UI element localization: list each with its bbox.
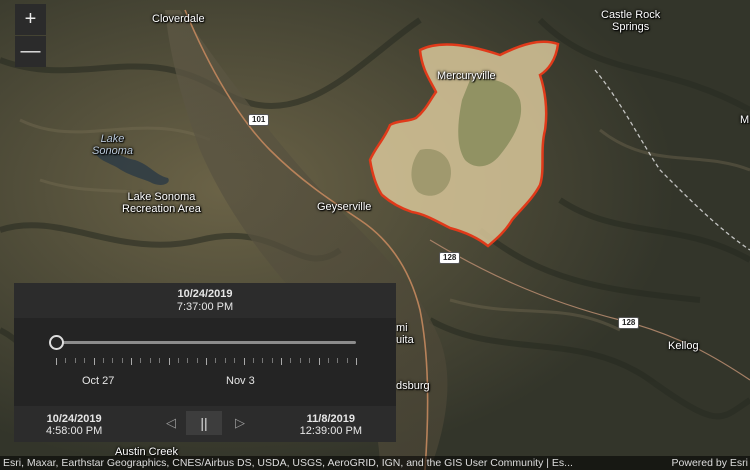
place-geyserville: Geyserville (317, 201, 372, 213)
slider-tick (65, 358, 67, 363)
start-time: 4:58:00 PM (46, 425, 103, 437)
slider-ticks (56, 358, 357, 368)
slider-tick (177, 358, 179, 363)
slider-tick (224, 358, 226, 363)
slider-tick (149, 358, 151, 363)
place-edge-m: M (740, 114, 750, 126)
slider-tick (131, 358, 132, 365)
slider-thumb[interactable] (49, 335, 64, 350)
slider-track-area: Oct 27 Nov 3 (14, 318, 396, 406)
slider-tick (327, 358, 329, 363)
start-date: 10/24/2019 (46, 413, 102, 425)
place-alexander: mi uita (396, 322, 414, 346)
end-extent: 11/8/2019 12:39:00 PM (300, 413, 362, 437)
tick-label-oct-27: Oct 27 (82, 375, 115, 387)
slider-tick (206, 358, 207, 365)
previous-step-icon[interactable]: ◁ (159, 411, 183, 435)
next-step-icon[interactable]: ▷ (228, 411, 252, 435)
place-mercuryville: Mercuryville (437, 70, 496, 82)
current-time: 7:37:00 PM (176, 301, 234, 313)
place-alexander-line1: mi (396, 322, 408, 334)
time-slider-footer: 10/24/2019 4:58:00 PM ◁ || ▷ 11/8/2019 1… (14, 406, 396, 442)
slider-tick (56, 358, 57, 365)
slider-tick (140, 358, 142, 363)
slider-tick (281, 358, 282, 365)
ca-128-shield-east: 128 (618, 317, 640, 329)
slider-tick (168, 358, 170, 365)
tick-label-nov-3: Nov 3 (226, 375, 255, 387)
time-slider-current: 10/24/2019 7:37:00 PM (14, 283, 396, 318)
time-slider-widget: 10/24/2019 7:37:00 PM Oct 27 Nov 3 10/24… (14, 283, 396, 442)
slider-tick (84, 358, 86, 363)
end-time: 12:39:00 PM (299, 425, 362, 437)
attribution-bar: Esri, Maxar, Earthstar Geographics, CNES… (0, 456, 750, 470)
place-lake-sonoma-line1: Lake (100, 133, 125, 145)
slider-tick (309, 358, 311, 363)
slider-tick (356, 358, 357, 365)
ca-128-shield: 128 (439, 252, 461, 264)
place-healdsburg: dsburg (396, 380, 430, 392)
slider-tick (252, 358, 254, 363)
powered-by-esri[interactable]: Powered by Esri (672, 456, 748, 470)
slider-tick (299, 358, 301, 363)
place-lsra-line1: Lake Sonoma (127, 191, 196, 203)
slider-tick (262, 358, 264, 363)
zoom-out-button[interactable]: — (15, 36, 46, 67)
us-101-shield: 101 (248, 114, 270, 126)
current-date: 10/24/2019 (177, 288, 233, 300)
slider-tick (215, 358, 217, 363)
place-castle-rock: Castle Rock Springs (601, 9, 660, 33)
slider-tick (121, 358, 123, 363)
place-alexander-line2: uita (396, 334, 414, 346)
place-lake-sonoma-line2: Sonoma (92, 145, 133, 157)
slider-tick (346, 358, 348, 363)
slider-tick (337, 358, 339, 363)
attribution-text[interactable]: Esri, Maxar, Earthstar Geographics, CNES… (3, 456, 573, 470)
pause-icon[interactable]: || (186, 411, 222, 435)
slider-tick (196, 358, 198, 363)
place-lake-sonoma: Lake Sonoma (92, 133, 133, 157)
place-lsra-line2: Recreation Area (122, 203, 201, 215)
end-date: 11/8/2019 (306, 413, 355, 425)
slider-track[interactable] (56, 341, 356, 344)
slider-tick (159, 358, 161, 363)
slider-tick (112, 358, 114, 363)
slider-tick (271, 358, 273, 363)
start-extent: 10/24/2019 4:58:00 PM (46, 413, 102, 437)
place-lake-sonoma-recreation-area: Lake Sonoma Recreation Area (122, 191, 201, 215)
slider-tick (234, 358, 236, 363)
slider-tick (243, 358, 245, 365)
place-castle-rock-line1: Castle Rock (601, 9, 661, 21)
slider-tick (290, 358, 292, 363)
slider-tick (102, 358, 104, 363)
place-cloverdale: Cloverdale (152, 13, 205, 25)
slider-tick (318, 358, 320, 365)
slider-tick (93, 358, 95, 365)
slider-tick (187, 358, 189, 363)
slider-tick (74, 358, 76, 363)
zoom-in-button[interactable]: + (15, 4, 46, 35)
place-castle-rock-line2: Springs (612, 21, 650, 33)
place-kellog: Kellog (668, 340, 699, 352)
